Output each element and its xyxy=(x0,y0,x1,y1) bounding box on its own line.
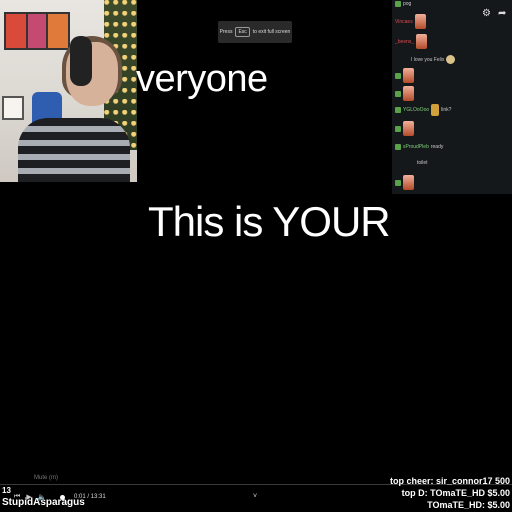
badge-icon xyxy=(395,179,401,186)
chat-text: link? xyxy=(441,107,452,113)
caption-line-2: This is YOUR xyxy=(148,198,391,245)
streamer-body xyxy=(18,118,130,182)
volume-icon[interactable]: 🔈 xyxy=(38,493,47,501)
emote-icon xyxy=(431,104,440,116)
chat-message: toilet xyxy=(395,160,428,166)
badge-icon xyxy=(395,125,401,132)
chat-user[interactable]: Vincaes xyxy=(395,19,413,25)
badge-icon xyxy=(395,144,401,150)
prev-icon[interactable]: ⏮ xyxy=(14,493,20,501)
top-cheer: top cheer: sir_connor17 500 xyxy=(389,476,510,486)
wall-poster xyxy=(46,12,70,50)
headset xyxy=(70,36,92,86)
chat-message xyxy=(395,86,414,101)
fullscreen-hint-prefix: Press xyxy=(219,29,233,35)
player-controls: ⏮ ▶ 🔈 xyxy=(14,493,46,501)
top-donation: top D: TOmaTE_HD $5.00 xyxy=(401,488,510,498)
latest-donation: TOmaTE_HD: $5.00 xyxy=(427,500,510,510)
emote-icon xyxy=(403,121,414,136)
play-icon[interactable]: ▶ xyxy=(26,493,31,501)
chat-text: ready xyxy=(430,144,444,150)
badge-icon xyxy=(395,1,401,7)
chat-user[interactable]: _beens_ xyxy=(395,39,414,45)
chat-text: pog xyxy=(403,1,412,7)
time-display: 0:01 / 13:31 xyxy=(74,494,106,500)
wall-poster xyxy=(4,12,28,50)
chat-user[interactable]: YGLOoOoo xyxy=(403,107,429,113)
chat-message: YGLOoOoo link? xyxy=(395,104,451,116)
fullscreen-hint: Press Esc to exit full screen xyxy=(218,21,292,43)
emote-icon xyxy=(414,14,426,29)
badge-icon xyxy=(395,72,401,79)
fullscreen-hint-suffix: to exit full screen xyxy=(252,29,291,35)
share-arrow-icon[interactable]: ➦ xyxy=(498,9,508,19)
badge-icon xyxy=(395,107,401,113)
chat-overlay: ⚙ ➦ pog Vincaes _beens_ I love you Felix… xyxy=(392,0,512,194)
chat-message xyxy=(395,175,414,190)
emote-icon xyxy=(403,68,414,83)
chat-text: I love you Felix xyxy=(411,56,445,63)
emote-icon xyxy=(416,34,428,49)
chat-message: pog xyxy=(395,1,411,7)
gear-icon[interactable]: ⚙ xyxy=(482,9,492,19)
badge-icon xyxy=(395,90,401,97)
esc-key: Esc xyxy=(235,27,250,37)
chat-message: _beens_ xyxy=(395,34,428,49)
emote-icon xyxy=(403,86,414,101)
volume-slider-handle[interactable] xyxy=(60,495,65,500)
mute-tooltip: Mute (m) xyxy=(34,475,58,481)
webcam-overlay xyxy=(0,0,137,182)
chat-user[interactable]: sProudPleb xyxy=(403,144,429,150)
shelf xyxy=(2,96,24,120)
chevron-down-icon[interactable]: ˅ xyxy=(253,493,257,500)
chat-message xyxy=(395,121,414,136)
caption-line-1: veryone xyxy=(136,58,268,100)
chat-text: toilet xyxy=(417,160,428,166)
chat-message xyxy=(395,68,414,83)
donation-panel: top cheer: sir_connor17 500 top D: TOmaT… xyxy=(390,475,510,511)
emote-icon xyxy=(403,175,414,190)
chat-message: sProudPleb ready xyxy=(395,144,443,150)
chat-message: Vincaes xyxy=(395,14,426,29)
emote-icon xyxy=(446,55,456,64)
chat-message: I love you Felix xyxy=(395,55,456,64)
viewer-count: 13 xyxy=(2,486,11,495)
